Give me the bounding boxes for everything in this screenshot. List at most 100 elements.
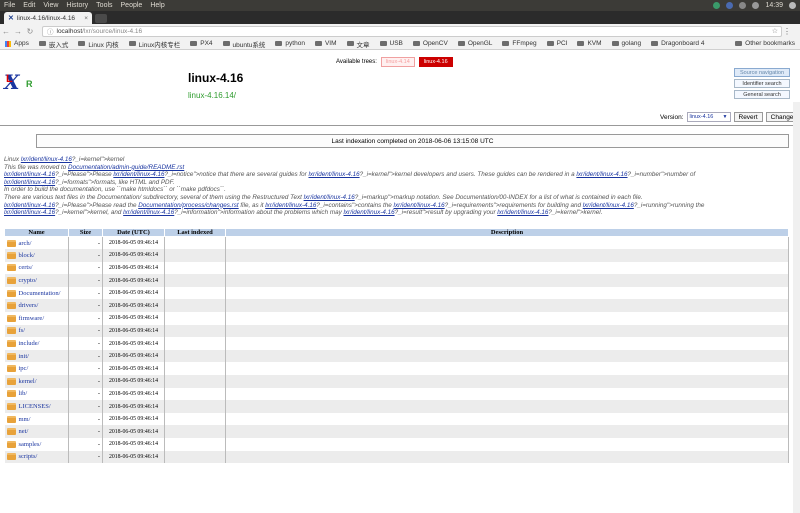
source-navigation-button[interactable]: Source navigation (734, 68, 790, 77)
menu-edit[interactable]: Edit (19, 0, 39, 11)
ident-link[interactable]: lxr/ident/linux-4.16 (21, 156, 72, 163)
wifi-icon[interactable] (739, 2, 747, 9)
ident-link[interactable]: lxr/ident/linux-4.16 (304, 194, 355, 201)
cell-name[interactable]: init/ (4, 349, 69, 363)
dir-link[interactable]: LICENSES/ (19, 403, 51, 410)
bookmark-folder[interactable]: 嵌入式 (34, 39, 74, 49)
other-bookmarks[interactable]: Other bookmarks (730, 40, 800, 47)
ident-link[interactable]: lxr/ident/linux-4.16 (497, 209, 548, 216)
bookmark-folder[interactable]: OpenCV (408, 40, 453, 47)
cell-name[interactable]: include/ (4, 337, 69, 350)
tree-linux-4-16[interactable]: linux-4.16 (418, 57, 453, 67)
identifier-search-button[interactable]: Identifier search (734, 79, 790, 88)
ident-link[interactable]: lxr/ident/linux-4.16 (4, 202, 55, 209)
menu-people[interactable]: People (117, 0, 147, 11)
ident-link[interactable]: lxr/ident/linux-4.16 (4, 171, 55, 178)
ident-link[interactable]: lxr/ident/linux-4.16 (576, 171, 627, 178)
bookmark-folder[interactable]: ubuntu系统 (218, 39, 271, 49)
info-icon[interactable]: ⓘ (47, 26, 54, 36)
cell-name[interactable]: lib/ (4, 387, 69, 401)
readme-link[interactable]: Documentation/admin-guide/README.rst (68, 164, 184, 171)
dir-link[interactable]: arch/ (19, 240, 32, 247)
cell-name[interactable]: Documentation/ (4, 286, 69, 300)
bookmark-apps[interactable]: Apps (0, 40, 34, 47)
dir-link[interactable]: samples/ (19, 441, 42, 448)
cell-name[interactable]: LICENSES/ (4, 400, 69, 413)
bookmark-folder[interactable]: golang (607, 40, 647, 47)
dir-link[interactable]: ipc/ (19, 365, 29, 372)
dir-link[interactable]: init/ (19, 353, 29, 360)
version-select[interactable]: linux-4.16 ▼ (686, 112, 731, 122)
dir-link[interactable]: include/ (19, 340, 40, 347)
cell-name[interactable]: block/ (4, 249, 69, 262)
dir-link[interactable]: kernel/ (19, 378, 37, 385)
ident-link[interactable]: lxr/ident/linux-4.16 (4, 209, 55, 216)
menu-help[interactable]: Help (146, 0, 168, 11)
col-name[interactable]: Name (4, 228, 69, 237)
cell-name[interactable]: mm/ (4, 412, 69, 426)
ident-link[interactable]: lxr/ident/linux-4.16 (265, 202, 316, 209)
cell-name[interactable]: net/ (4, 425, 69, 438)
bookmark-folder[interactable]: VIM (310, 40, 342, 47)
general-search-button[interactable]: General search (734, 90, 790, 99)
dir-link[interactable]: firmware/ (19, 315, 45, 322)
cell-name[interactable]: samples/ (4, 438, 69, 451)
col-date[interactable]: Date (UTC) (102, 228, 165, 237)
dir-link[interactable]: Documentation/ (19, 290, 61, 297)
bookmark-folder[interactable]: Dragonboard 4 (646, 40, 709, 47)
dir-link[interactable]: drivers/ (19, 302, 39, 309)
ident-link[interactable]: lxr/ident/linux-4.16 (583, 202, 634, 209)
bookmark-folder[interactable]: OpenGL (453, 40, 498, 47)
scrollbar[interactable] (793, 102, 800, 513)
dir-link[interactable]: lib/ (19, 390, 28, 397)
bookmark-folder[interactable]: python (270, 40, 310, 47)
col-description[interactable]: Description (225, 228, 789, 237)
bookmark-folder[interactable]: 文章 (342, 39, 375, 49)
dir-link[interactable]: certs/ (19, 264, 33, 271)
power-icon[interactable] (789, 2, 796, 9)
cell-name[interactable]: ipc/ (4, 362, 69, 376)
dir-link[interactable]: block/ (19, 252, 35, 259)
bookmark-folder[interactable]: FFmpeg (497, 40, 541, 47)
ident-link[interactable]: lxr/ident/linux-4.16 (113, 171, 164, 178)
ident-link[interactable]: lxr/ident/linux-4.16 (4, 179, 55, 186)
dir-link[interactable]: net/ (19, 428, 29, 435)
tab-close-icon[interactable]: × (84, 15, 88, 22)
clock[interactable]: 14:39 (765, 2, 783, 9)
changes-link[interactable]: Documentation/process/changes.rst (138, 202, 238, 209)
bookmark-folder[interactable]: Linux 内核 (73, 39, 123, 49)
cell-name[interactable]: drivers/ (4, 299, 69, 313)
dir-link[interactable]: fs/ (19, 327, 26, 334)
tree-linux-4-14[interactable]: linux-4.14 (380, 57, 415, 67)
bookmark-folder[interactable]: PX4 (185, 40, 217, 47)
col-last-indexed[interactable]: Last indexed (164, 228, 226, 237)
cell-name[interactable]: arch/ (4, 236, 69, 250)
tray-network-icon[interactable] (726, 2, 734, 9)
cell-name[interactable]: certs/ (4, 261, 69, 275)
browser-menu-icon[interactable]: ⋮ (782, 27, 792, 36)
forward-arrow-icon[interactable]: → (12, 27, 24, 36)
bookmark-folder[interactable]: KVM (572, 40, 606, 47)
ident-link[interactable]: lxr/ident/linux-4.16 (123, 209, 174, 216)
browser-tab[interactable]: ✕ linux-4.16/linux-4.16 × (4, 12, 92, 24)
cell-name[interactable]: crypto/ (4, 274, 69, 287)
menu-file[interactable]: File (0, 0, 19, 11)
cell-name[interactable]: fs/ (4, 324, 69, 338)
reload-icon[interactable]: ↻ (24, 27, 36, 36)
cell-name[interactable]: scripts/ (4, 450, 69, 464)
dir-link[interactable]: scripts/ (19, 453, 38, 460)
ident-link[interactable]: lxr/ident/linux-4.16 (308, 171, 359, 178)
cell-name[interactable]: kernel/ (4, 375, 69, 388)
bookmark-folder[interactable]: Linux内核专栏 (124, 39, 186, 49)
dir-link[interactable]: crypto/ (19, 277, 37, 284)
menu-tools[interactable]: Tools (92, 0, 116, 11)
lxr-logo[interactable]: X L R (4, 70, 34, 94)
menu-history[interactable]: History (62, 0, 92, 11)
url-input[interactable]: ⓘ localhost /lxr/source/linux-4.16 ☆ (42, 25, 782, 37)
cell-name[interactable]: firmware/ (4, 312, 69, 325)
volume-icon[interactable] (752, 2, 760, 9)
dir-link[interactable]: mm/ (19, 416, 31, 423)
bookmark-folder[interactable]: PCI (542, 40, 573, 47)
col-size[interactable]: Size (68, 228, 103, 237)
ident-link[interactable]: lxr/ident/linux-4.16 (343, 209, 394, 216)
